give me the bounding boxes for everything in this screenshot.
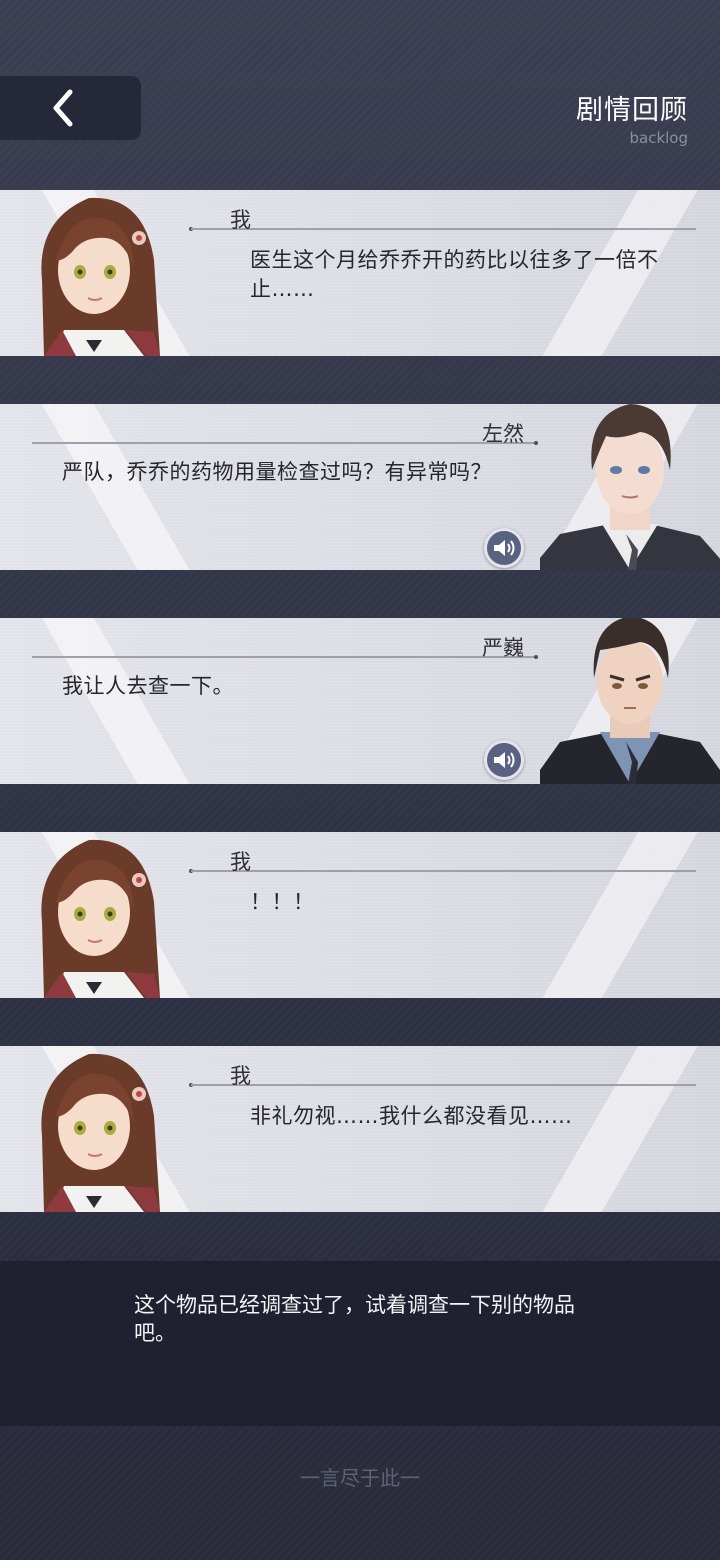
dialogue-entry: 我 非礼勿视……我什么都没看见……: [0, 1046, 720, 1212]
speaker-name: 我: [230, 850, 251, 874]
voice-play-button[interactable]: [484, 740, 524, 780]
speaker-icon: [494, 540, 515, 556]
hint-text: 这个物品已经调查过了，试着调查一下别的物品吧。: [134, 1293, 575, 1345]
voice-play-button[interactable]: [484, 528, 524, 568]
heroine-portrait: [14, 1046, 174, 1212]
page-title: 剧情回顾: [576, 95, 688, 126]
dialogue-text: 医生这个月给乔乔开的药比以往多了一倍不止……: [250, 248, 659, 301]
speaker-name: 严巍: [482, 636, 524, 660]
dialogue-entry: 我 医生这个月给乔乔开的药比以往多了一倍不止……: [0, 190, 720, 356]
speaker-name: 左然: [482, 422, 524, 446]
speaker-icon: [494, 752, 515, 768]
speaker-name: 我: [230, 208, 251, 232]
page-title-block: 剧情回顾 backlog: [576, 88, 688, 147]
zuo-ran-portrait: [540, 404, 720, 570]
chevron-left-icon: [53, 89, 73, 127]
dialogue-text: 严队，乔乔的药物用量检查过吗？有异常吗？: [62, 460, 492, 484]
page-subtitle: backlog: [629, 129, 688, 147]
dialogue-entry: 左然 严队，乔乔的药物用量检查过吗？有异常吗？: [0, 404, 720, 570]
dialogue-entry: 严巍 我让人去查一下。: [0, 618, 720, 784]
back-button[interactable]: [0, 76, 141, 140]
heroine-portrait: [14, 190, 174, 356]
end-of-log-label: 一言尽于此一: [300, 1466, 420, 1490]
yan-wei-portrait: [540, 618, 720, 784]
dialogue-text: 我让人去查一下。: [62, 674, 234, 698]
speaker-name: 我: [230, 1064, 251, 1088]
heroine-portrait: [14, 832, 174, 998]
dialogue-text: 非礼勿视……我什么都没看见……: [250, 1104, 573, 1128]
hint-bar[interactable]: 这个物品已经调查过了，试着调查一下别的物品吧。: [0, 1261, 720, 1426]
dialogue-text: ！！！: [250, 890, 315, 914]
dialogue-entry: 我 ！！！: [0, 832, 720, 998]
